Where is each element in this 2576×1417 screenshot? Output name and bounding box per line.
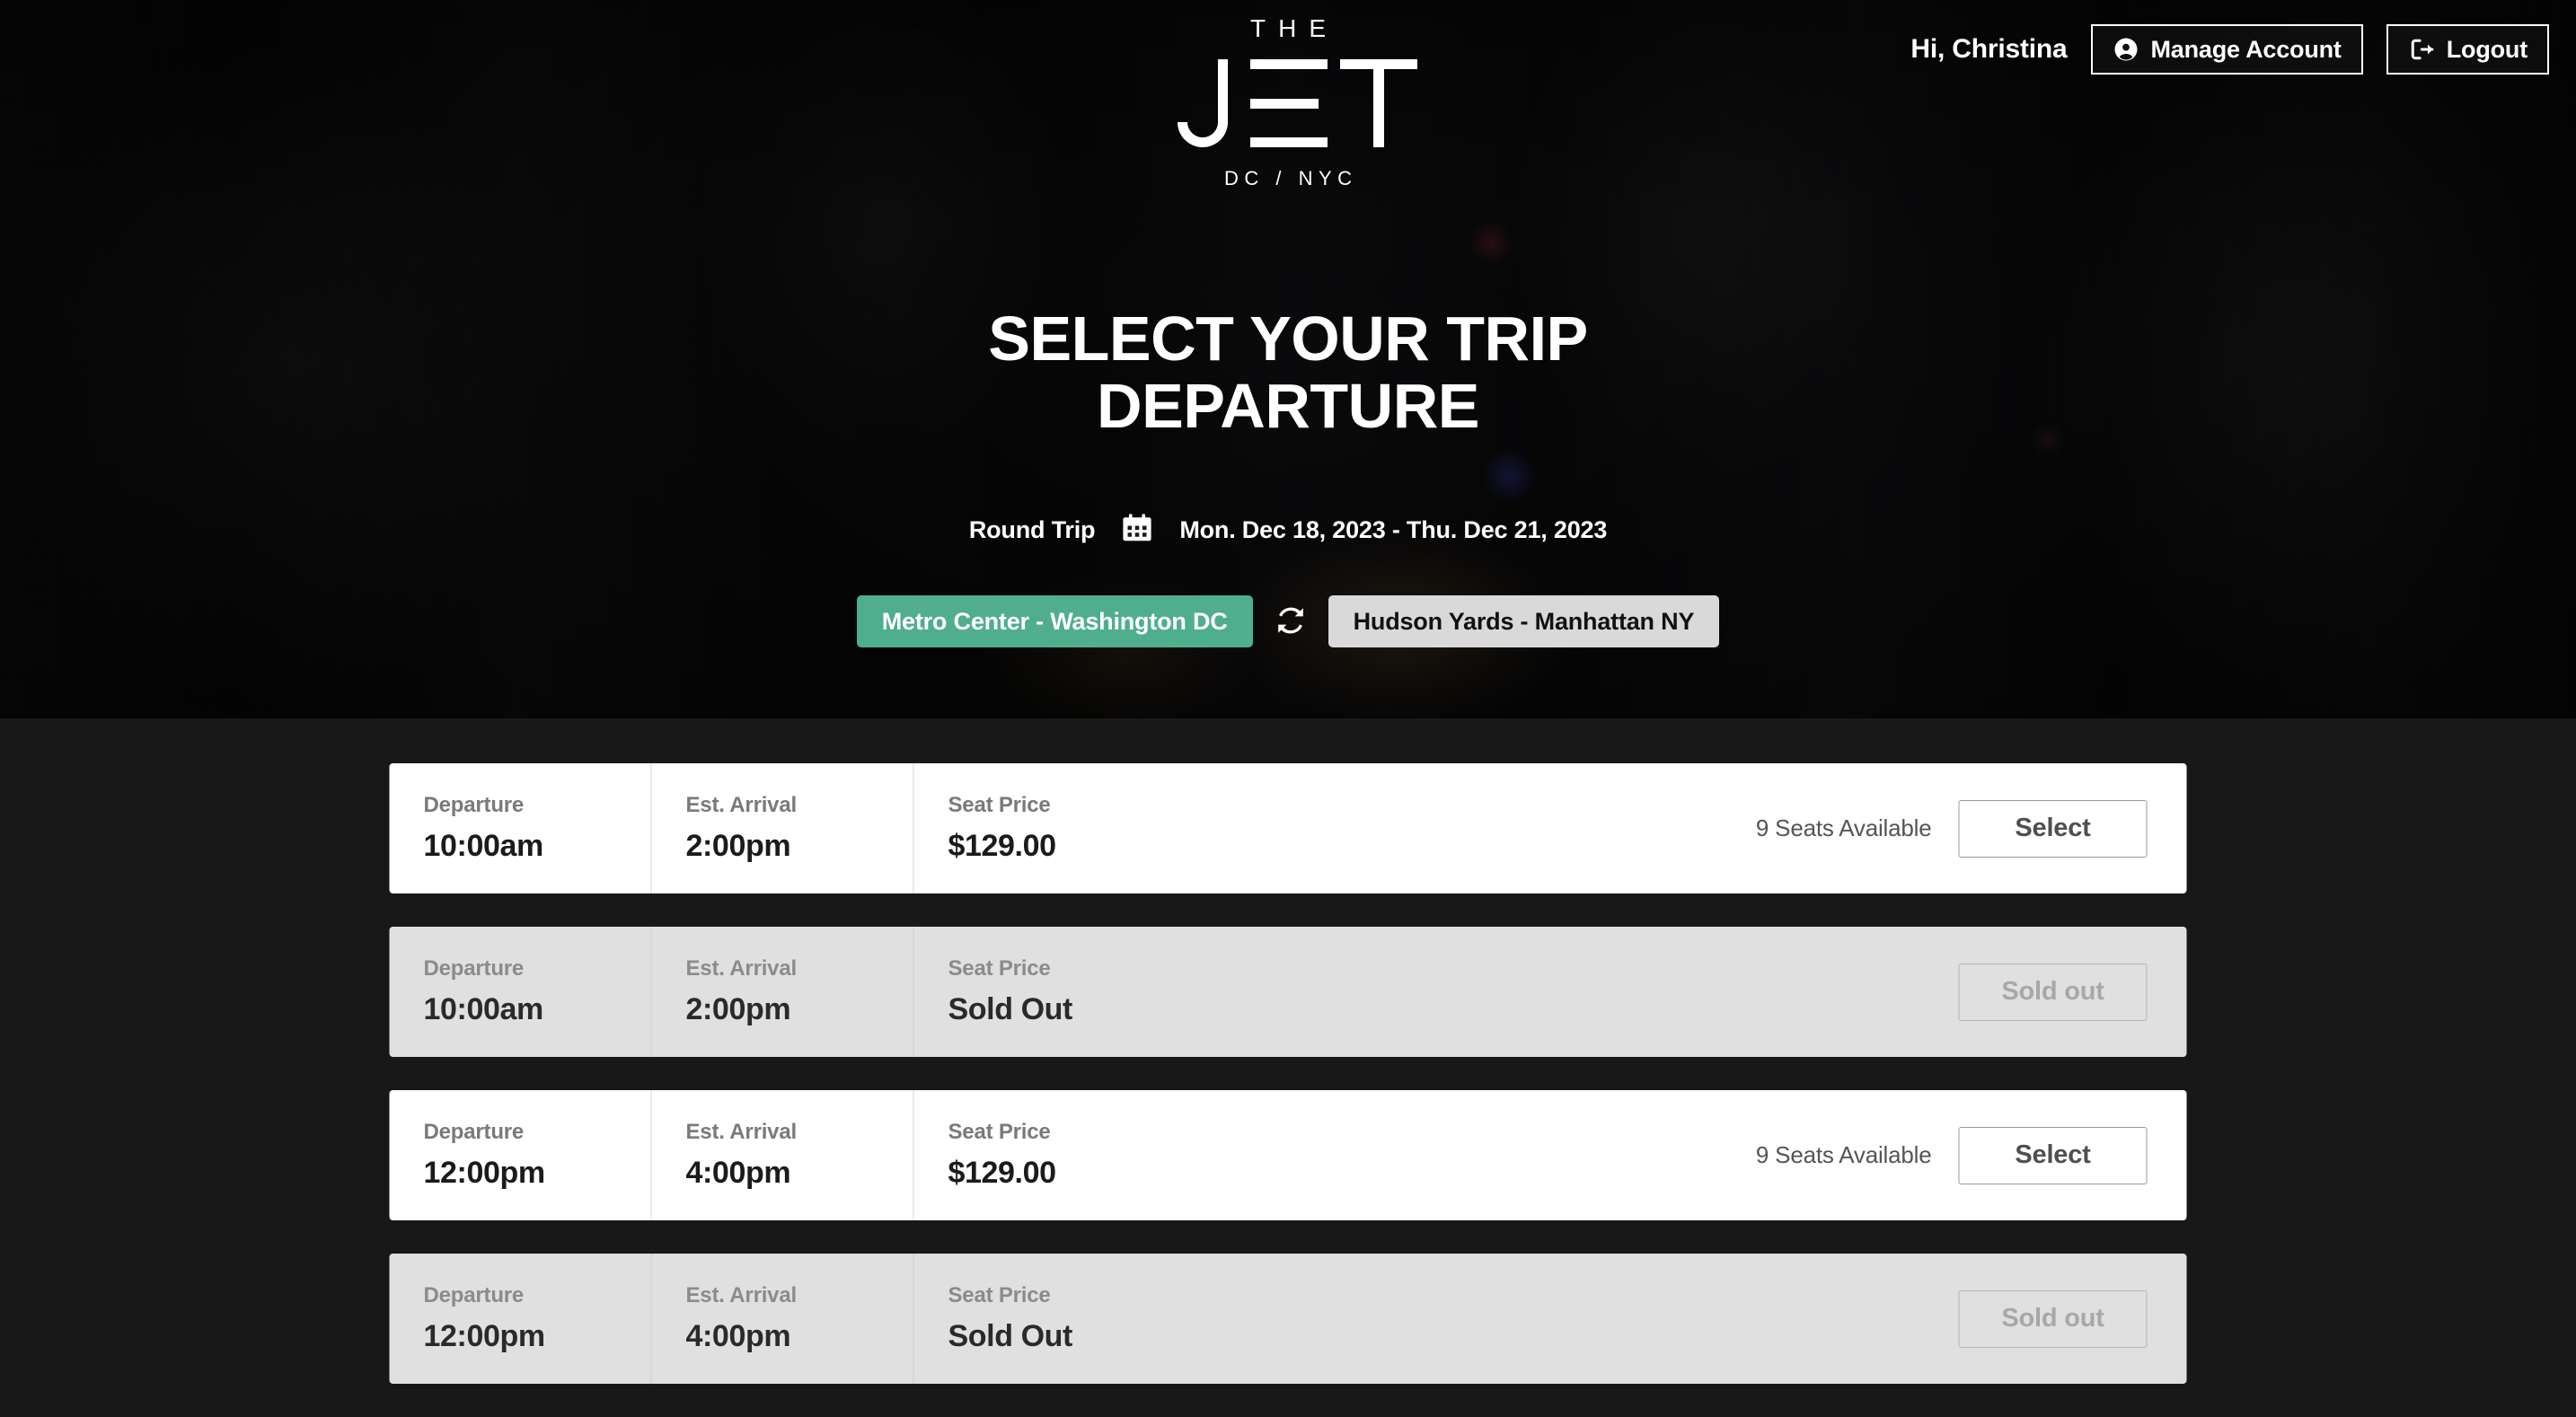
arrival-cell: Est. Arrival 2:00pm bbox=[652, 763, 914, 893]
price-value: $129.00 bbox=[948, 1156, 1057, 1190]
price-value: Sold Out bbox=[948, 1319, 1073, 1353]
departure-label: Departure bbox=[423, 793, 525, 817]
price-label: Seat Price bbox=[948, 1120, 1051, 1144]
seats-available-text: 9 Seats Available bbox=[1755, 814, 1932, 841]
arrival-label: Est. Arrival bbox=[685, 956, 798, 981]
trip-row-actions: Sold out bbox=[1958, 927, 2187, 1057]
trip-row: Departure 10:00am Est. Arrival 2:00pm Seat P… bbox=[389, 763, 2187, 893]
arrival-cell: Est. Arrival 4:00pm bbox=[652, 1090, 914, 1220]
price-value: $129.00 bbox=[948, 829, 1057, 863]
price-label: Seat Price bbox=[948, 956, 1051, 981]
destination-pill[interactable]: Hudson Yards - Manhattan NY bbox=[1328, 595, 1720, 647]
trip-row-actions: 9 Seats Available Select bbox=[1756, 1090, 2187, 1220]
trip-summary: Round Trip Mon. Dec 18, 2023 - Thu. Dec … bbox=[0, 512, 2576, 549]
arrival-time: 2:00pm bbox=[685, 829, 791, 863]
trip-row-actions: Sold out bbox=[1958, 1254, 2187, 1384]
arrival-cell: Est. Arrival 2:00pm bbox=[652, 927, 914, 1057]
departure-time: 10:00am bbox=[423, 829, 544, 863]
arrival-label: Est. Arrival bbox=[685, 1283, 798, 1307]
logo-the-text: THE bbox=[1250, 14, 1338, 42]
arrival-time: 4:00pm bbox=[685, 1156, 791, 1190]
arrival-label: Est. Arrival bbox=[685, 793, 798, 817]
origin-pill[interactable]: Metro Center - Washington DC bbox=[856, 595, 1253, 647]
trip-date-range: Mon. Dec 18, 2023 - Thu. Dec 21, 2023 bbox=[1179, 516, 1608, 543]
trip-row: Departure 12:00pm Est. Arrival 4:00pm Seat P… bbox=[389, 1254, 2187, 1384]
departure-cell: Departure 10:00am bbox=[390, 763, 652, 893]
route-selector: Metro Center - Washington DC Hudson Yard… bbox=[0, 595, 2576, 647]
sold-out-button: Sold out bbox=[1958, 963, 2148, 1021]
hero-section: Hi, Christina Manage Account Logout THE … bbox=[0, 0, 2576, 718]
departure-label: Departure bbox=[423, 1283, 525, 1307]
trip-row: Departure 10:00am Est. Arrival 2:00pm Seat P… bbox=[389, 927, 2187, 1057]
swap-direction-button[interactable] bbox=[1269, 599, 1312, 645]
trip-type-label: Round Trip bbox=[968, 516, 1096, 543]
departure-time: 10:00am bbox=[423, 992, 544, 1026]
departure-cell: Departure 12:00pm bbox=[390, 1254, 652, 1384]
departure-label: Departure bbox=[423, 1120, 525, 1144]
price-cell: Seat Price Sold Out bbox=[914, 1254, 1959, 1384]
departure-label: Departure bbox=[423, 956, 525, 981]
price-label: Seat Price bbox=[948, 1283, 1051, 1307]
trip-row-actions: 9 Seats Available Select bbox=[1756, 763, 2187, 893]
select-trip-button[interactable]: Select bbox=[1958, 799, 2148, 858]
arrival-cell: Est. Arrival 4:00pm bbox=[652, 1254, 914, 1384]
arrival-time: 2:00pm bbox=[685, 992, 791, 1026]
departure-time: 12:00pm bbox=[423, 1319, 546, 1353]
price-label: Seat Price bbox=[948, 793, 1051, 817]
brand-logo[interactable]: THE DC / NYC bbox=[0, 16, 2576, 189]
price-cell: Seat Price Sold Out bbox=[914, 927, 1959, 1057]
trip-row: Departure 12:00pm Est. Arrival 4:00pm Seat P… bbox=[389, 1090, 2187, 1220]
departure-time: 12:00pm bbox=[423, 1156, 546, 1190]
logo-jet-wordmark bbox=[1153, 59, 1423, 154]
trip-results-list: Departure 10:00am Est. Arrival 2:00pm Seat P… bbox=[389, 763, 2187, 1417]
departure-cell: Departure 12:00pm bbox=[390, 1090, 652, 1220]
arrival-label: Est. Arrival bbox=[685, 1120, 798, 1144]
sold-out-button: Sold out bbox=[1958, 1289, 2148, 1348]
price-cell: Seat Price $129.00 bbox=[914, 1090, 1756, 1220]
swap-arrows-icon bbox=[1275, 604, 1307, 639]
arrival-time: 4:00pm bbox=[685, 1319, 791, 1353]
seats-available-text: 9 Seats Available bbox=[1755, 1141, 1932, 1168]
page-title: Select Your Trip Departure bbox=[988, 304, 1588, 441]
departure-cell: Departure 10:00am bbox=[390, 927, 652, 1057]
price-value: Sold Out bbox=[948, 992, 1073, 1026]
price-cell: Seat Price $129.00 bbox=[914, 763, 1756, 893]
select-trip-button[interactable]: Select bbox=[1958, 1126, 2148, 1184]
calendar-icon bbox=[1122, 512, 1152, 549]
logo-subtitle: DC / NYC bbox=[1223, 167, 1358, 189]
